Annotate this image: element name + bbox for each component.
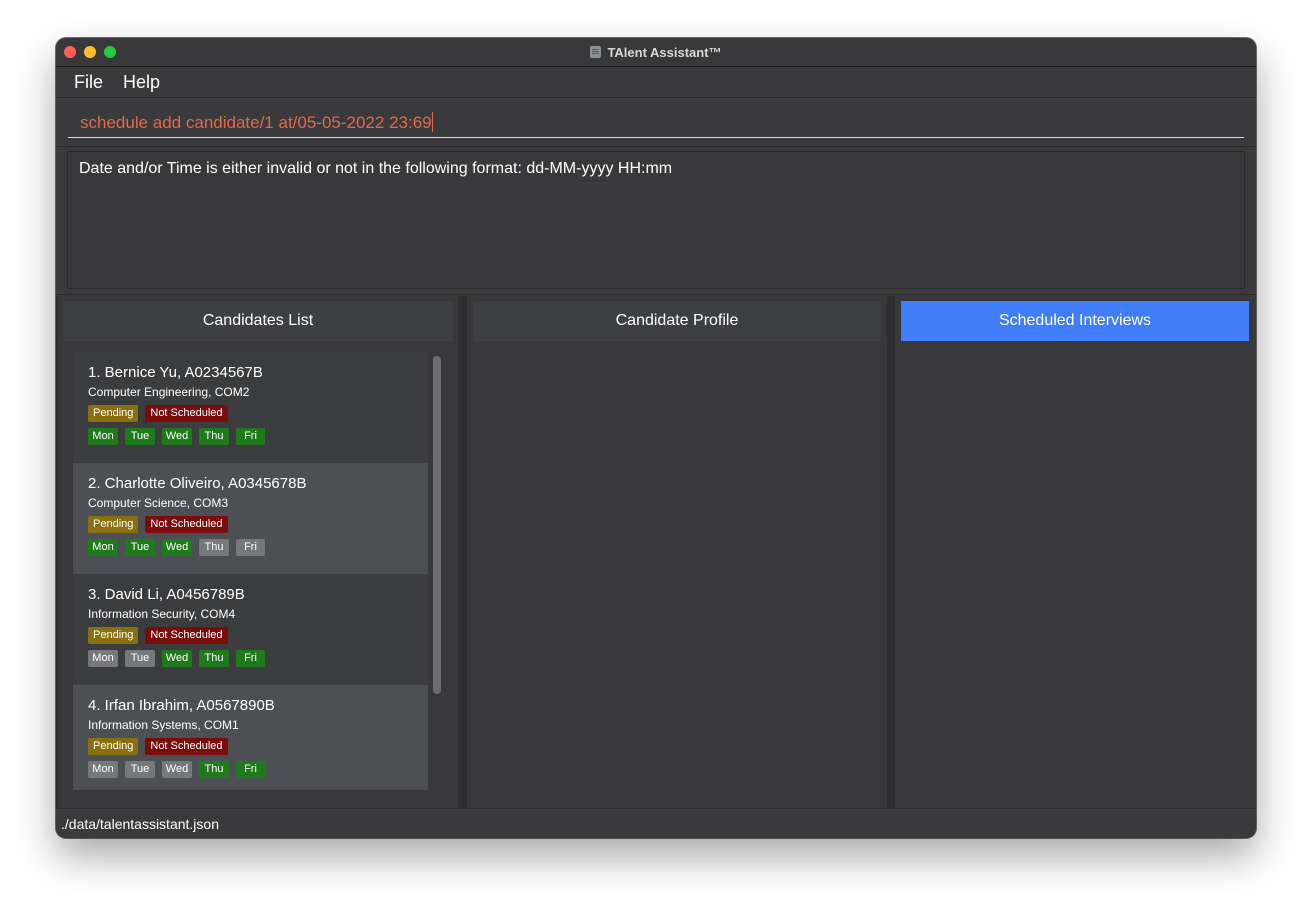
candidate-name: 4. Irfan Ibrahim, A0567890B	[88, 697, 275, 714]
candidate-profile-panel: Candidate Profile	[467, 296, 887, 808]
tab-candidate-profile[interactable]: Candidate Profile	[473, 301, 881, 341]
minimize-window-button[interactable]	[84, 46, 96, 58]
status-tags: Pending Not Scheduled	[88, 516, 428, 533]
interview-status-badge: Not Scheduled	[145, 405, 228, 422]
candidate-name: 3. David Li, A0456789B	[88, 586, 245, 603]
availability-tags: Mon Tue Wed Thu Fri	[88, 428, 428, 445]
availability-fri-badge: Fri	[236, 539, 265, 556]
availability-mon-badge: Mon	[88, 428, 118, 445]
window-title: TAlent Assistant™	[607, 44, 722, 60]
availability-tue-badge: Tue	[125, 428, 155, 445]
candidate-card[interactable]: 3. David Li, A0456789B Information Secur…	[73, 574, 428, 685]
candidate-course: Information Security, COM4	[88, 607, 236, 621]
menu-bar: File Help	[56, 67, 1256, 98]
candidate-card[interactable]: 4. Irfan Ibrahim, A0567890B Information …	[73, 685, 428, 790]
interview-status-badge: Not Scheduled	[145, 516, 228, 533]
candidate-list[interactable]: 1. Bernice Yu, A0234567B Computer Engine…	[73, 352, 428, 790]
command-input[interactable]	[68, 108, 1244, 138]
interview-status-badge: Not Scheduled	[145, 738, 228, 755]
title-bar: TAlent Assistant™	[56, 38, 1256, 67]
data-file-path: ./data/talentassistant.json	[61, 815, 219, 832]
availability-tags: Mon Tue Wed Thu Fri	[88, 761, 428, 778]
status-bar: ./data/talentassistant.json	[56, 808, 1256, 838]
candidates-list-panel: Candidates List 1. Bernice Yu, A0234567B…	[58, 296, 458, 808]
application-status-badge: Pending	[88, 405, 139, 422]
command-box-area	[56, 98, 1256, 147]
availability-mon-badge: Mon	[88, 650, 118, 667]
tab-candidates-list[interactable]: Candidates List	[63, 301, 453, 341]
result-display-area: Date and/or Time is either invalid or no…	[56, 147, 1256, 295]
availability-wed-badge: Wed	[162, 428, 192, 445]
status-tags: Pending Not Scheduled	[88, 405, 428, 422]
availability-fri-badge: Fri	[236, 761, 265, 778]
candidate-name: 2. Charlotte Oliveiro, A0345678B	[88, 475, 307, 492]
calculator-icon	[590, 46, 602, 58]
candidate-course: Information Systems, COM1	[88, 718, 239, 732]
panels-container: Candidates List 1. Bernice Yu, A0234567B…	[56, 296, 1256, 808]
status-tags: Pending Not Scheduled	[88, 627, 428, 644]
availability-thu-badge: Thu	[199, 428, 229, 445]
menu-file[interactable]: File	[56, 72, 113, 93]
availability-tags: Mon Tue Wed Thu Fri	[88, 539, 428, 556]
maximize-window-button[interactable]	[104, 46, 116, 58]
app-window: TAlent Assistant™ File Help Date and/or …	[56, 38, 1256, 838]
availability-fri-badge: Fri	[236, 428, 265, 445]
availability-tue-badge: Tue	[125, 761, 155, 778]
availability-wed-badge: Wed	[162, 650, 192, 667]
interview-status-badge: Not Scheduled	[145, 627, 228, 644]
tab-scheduled-interviews[interactable]: Scheduled Interviews	[901, 301, 1249, 341]
availability-tags: Mon Tue Wed Thu Fri	[88, 650, 428, 667]
scheduled-interviews-panel: Scheduled Interviews	[895, 296, 1256, 808]
availability-thu-badge: Thu	[199, 650, 229, 667]
window-title-wrap: TAlent Assistant™	[590, 44, 722, 60]
menu-help[interactable]: Help	[113, 72, 170, 93]
availability-mon-badge: Mon	[88, 539, 118, 556]
application-status-badge: Pending	[88, 516, 139, 533]
availability-tue-badge: Tue	[125, 650, 155, 667]
close-window-button[interactable]	[64, 46, 76, 58]
availability-wed-badge: Wed	[162, 761, 192, 778]
candidate-card[interactable]: 2. Charlotte Oliveiro, A0345678B Compute…	[73, 463, 428, 574]
application-status-badge: Pending	[88, 627, 139, 644]
window-controls	[64, 46, 116, 58]
candidate-course: Computer Engineering, COM2	[88, 385, 250, 399]
result-display: Date and/or Time is either invalid or no…	[67, 151, 1245, 289]
text-caret	[432, 112, 433, 132]
availability-mon-badge: Mon	[88, 761, 118, 778]
availability-tue-badge: Tue	[125, 539, 155, 556]
availability-thu-badge: Thu	[199, 539, 229, 556]
availability-fri-badge: Fri	[236, 650, 265, 667]
availability-thu-badge: Thu	[199, 761, 229, 778]
candidate-course: Computer Science, COM3	[88, 496, 229, 510]
candidate-name: 1. Bernice Yu, A0234567B	[88, 364, 263, 381]
application-status-badge: Pending	[88, 738, 139, 755]
candidate-list-scrollbar[interactable]	[433, 356, 441, 694]
availability-wed-badge: Wed	[162, 539, 192, 556]
status-tags: Pending Not Scheduled	[88, 738, 428, 755]
candidate-card[interactable]: 1. Bernice Yu, A0234567B Computer Engine…	[73, 352, 428, 463]
